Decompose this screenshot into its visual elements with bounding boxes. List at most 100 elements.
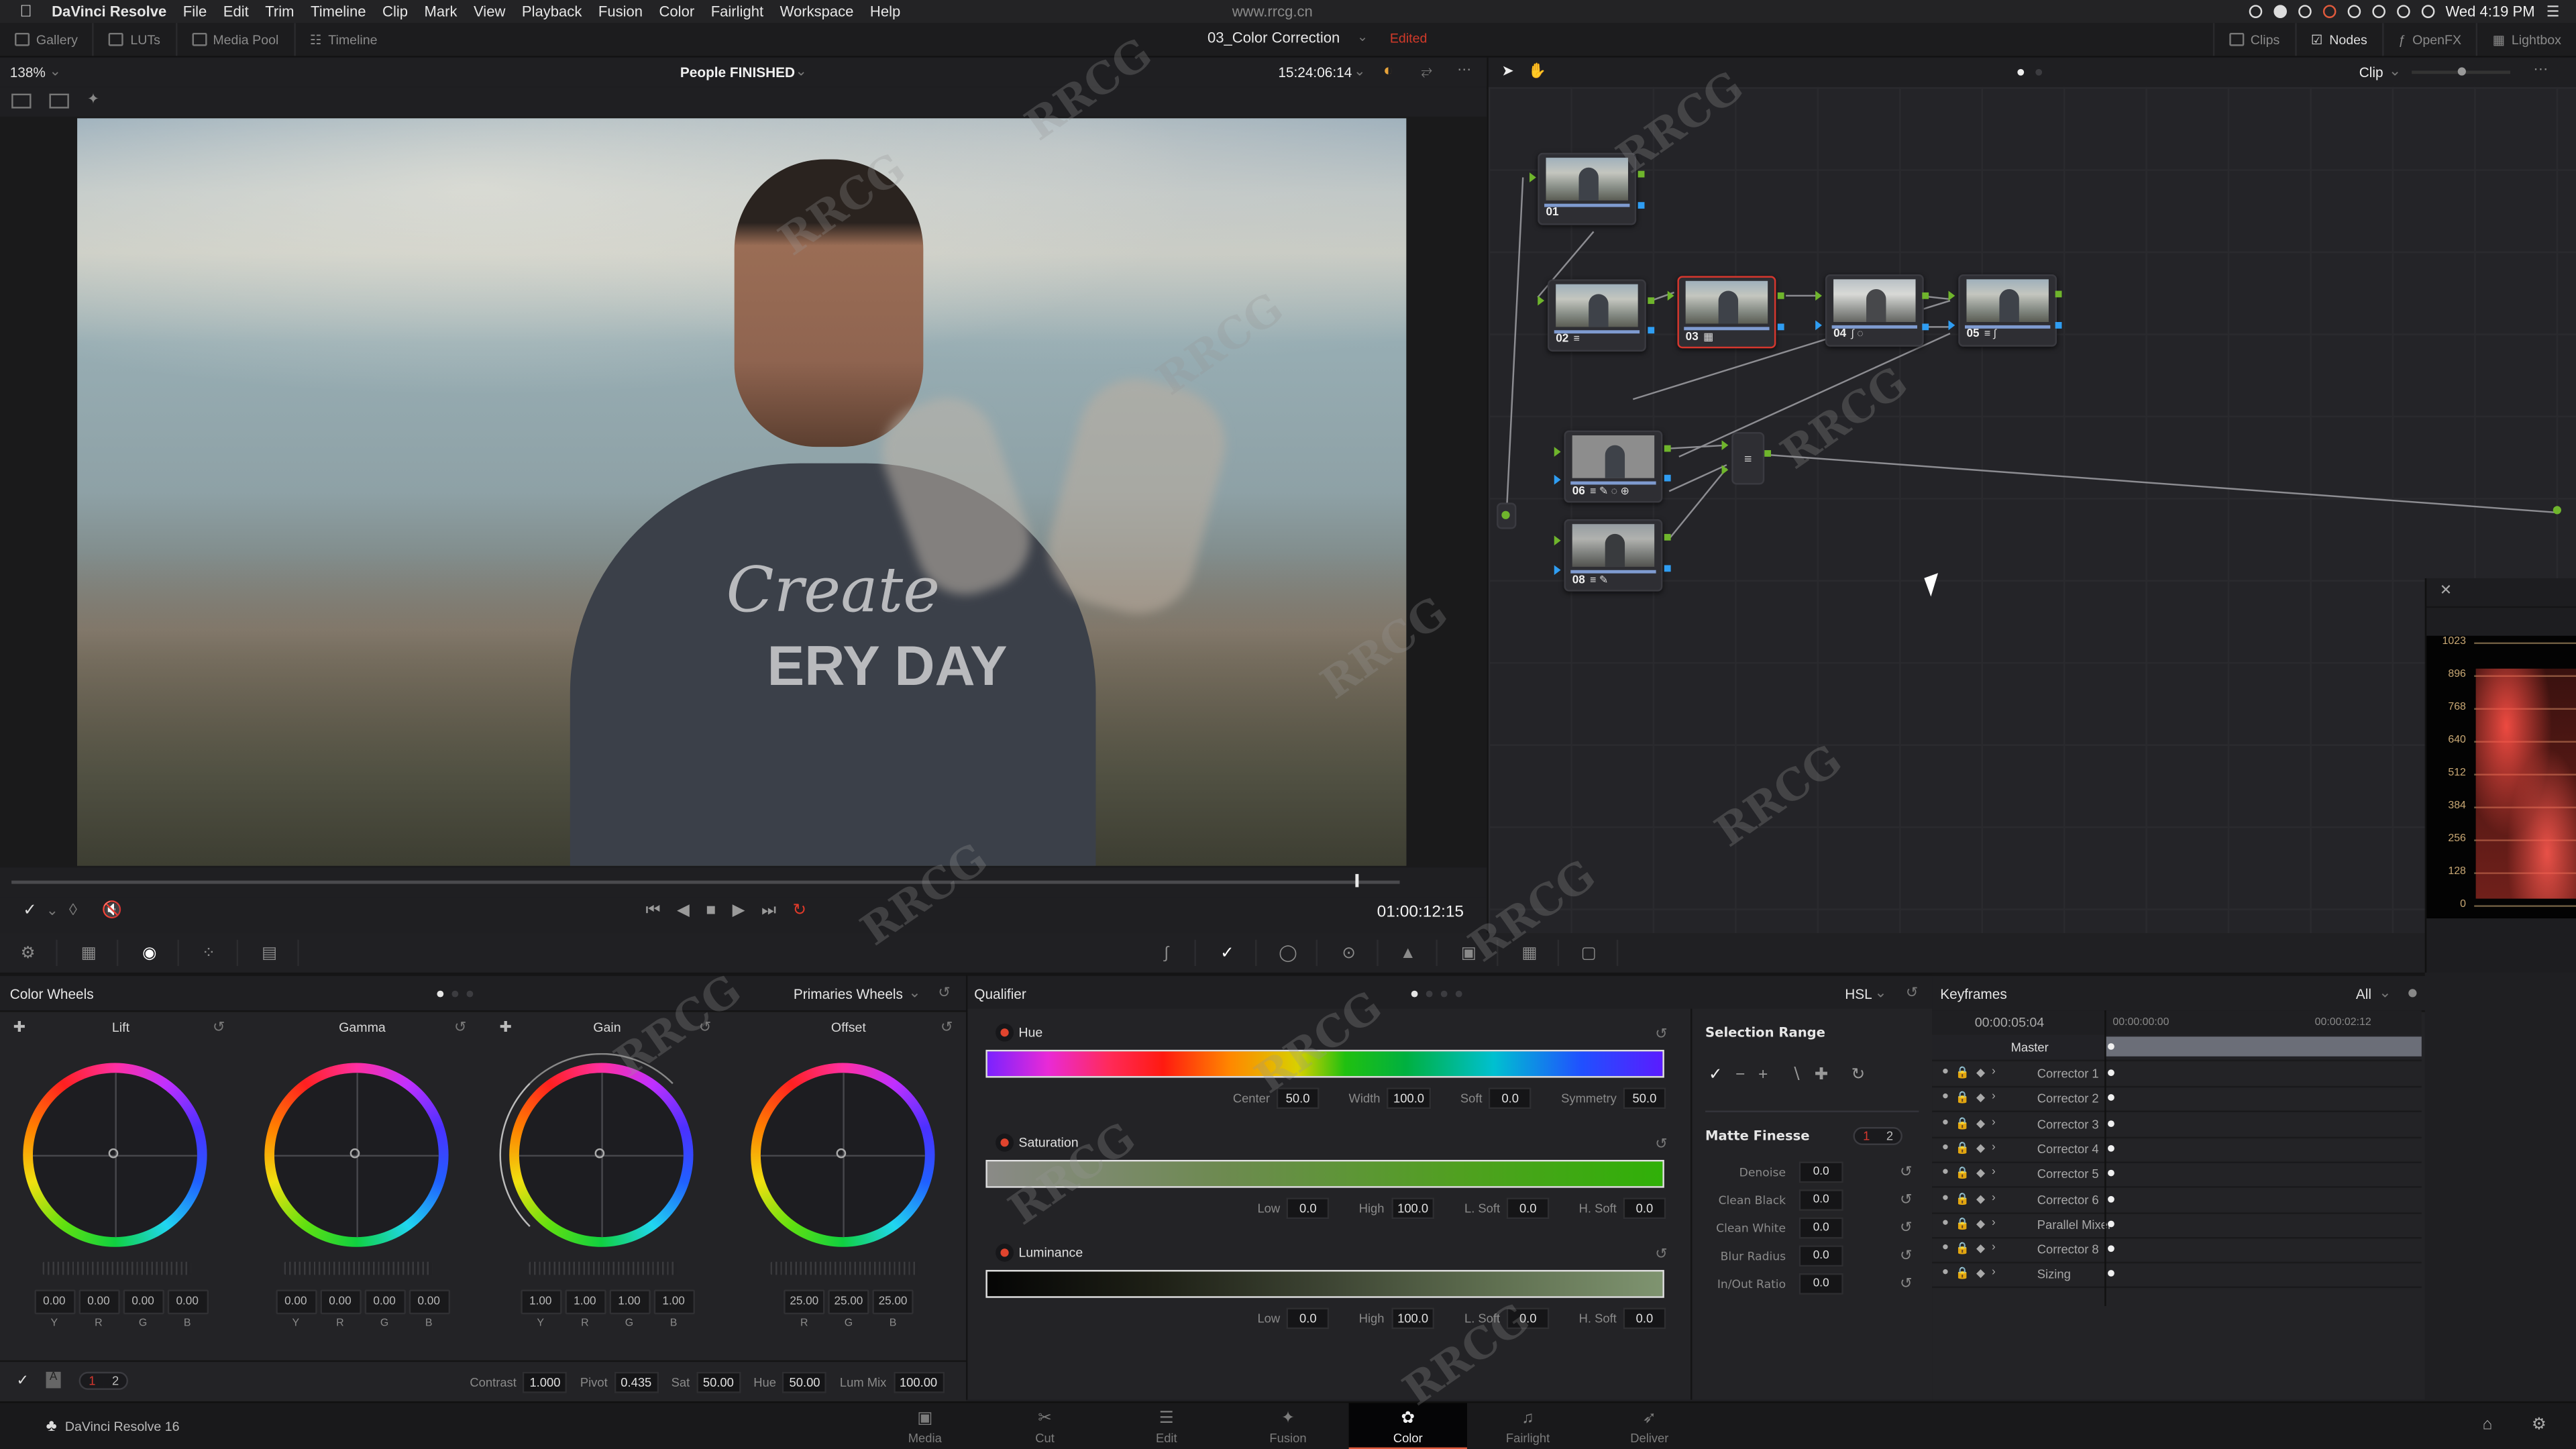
node-08-input-key[interactable] bbox=[1554, 565, 1561, 576]
menu-fairlight[interactable]: Fairlight bbox=[711, 3, 763, 19]
home-icon[interactable]: ⌂ bbox=[2482, 1416, 2492, 1434]
matte-reset-icon[interactable]: ↺ bbox=[1900, 1275, 1912, 1293]
wheels-mode-dropdown-icon[interactable]: ⌄ bbox=[908, 984, 920, 1002]
page-dot-1[interactable] bbox=[2017, 68, 2025, 76]
saturation-range-bar[interactable] bbox=[985, 1159, 1664, 1188]
lock-icon[interactable]: 🔒 bbox=[1955, 1066, 1970, 1079]
expand-chevron-icon[interactable]: › bbox=[1992, 1242, 1996, 1256]
keyframe-diamond-icon[interactable]: ◆ bbox=[1976, 1242, 1985, 1255]
qualifier-mode-select[interactable]: HSL bbox=[1845, 985, 1872, 1002]
hue-reset-icon[interactable]: ↺ bbox=[1655, 1025, 1667, 1043]
node-08-output-key[interactable] bbox=[1664, 565, 1671, 572]
node-04-output-rgb[interactable] bbox=[1922, 292, 1929, 299]
master-wheel-jog[interactable] bbox=[284, 1261, 433, 1275]
page-tab-color[interactable]: ✿ Color bbox=[1348, 1403, 1467, 1449]
page-tab-fusion[interactable]: ✦ Fusion bbox=[1229, 1403, 1347, 1449]
keyframe-diamond-icon[interactable]: ◆ bbox=[1976, 1116, 1985, 1130]
node-more-icon[interactable]: ⋯ bbox=[2533, 61, 2548, 79]
stop-button[interactable]: ■ bbox=[706, 902, 716, 920]
wheel-value-input[interactable]: 0.00 bbox=[408, 1289, 449, 1315]
matte-value-input[interactable]: 0.0 bbox=[1799, 1273, 1843, 1295]
keyframe-track-row[interactable]: ● 🔒 ◆ › Corrector 8 bbox=[1932, 1237, 2422, 1264]
lock-icon[interactable]: 🔒 bbox=[1955, 1142, 1970, 1155]
sizing-icon[interactable]: ▦ bbox=[1515, 939, 1560, 967]
keyframe-dot[interactable] bbox=[2108, 1245, 2114, 1252]
source-input-node[interactable] bbox=[1497, 502, 1517, 529]
parallel-mixer-node[interactable]: ≡ bbox=[1731, 432, 1765, 485]
wheel-value-input[interactable]: 1.00 bbox=[608, 1289, 650, 1315]
split-wipe-icon[interactable] bbox=[11, 93, 32, 109]
keyframe-dot[interactable] bbox=[2108, 1144, 2114, 1152]
wheel-reset-icon[interactable]: ↺ bbox=[454, 1018, 466, 1036]
low-soft-input[interactable]: 0.0 bbox=[1506, 1307, 1550, 1330]
track-enable-dot-icon[interactable]: ● bbox=[1942, 1267, 1949, 1281]
track-enable-dot-icon[interactable]: ● bbox=[1942, 1192, 1949, 1205]
wheel-reset-icon[interactable]: ↺ bbox=[699, 1018, 711, 1036]
matte-page-switch[interactable]: 12 bbox=[1853, 1127, 1903, 1145]
pointer-tool-icon[interactable]: ➤ bbox=[1501, 62, 1513, 80]
auto-button[interactable]: A bbox=[46, 1371, 61, 1389]
video-frame[interactable]: Create ERY DAY bbox=[77, 118, 1407, 866]
settings-gear-icon[interactable]: ⚙ bbox=[2532, 1416, 2546, 1434]
wheel-value-input[interactable]: 1.00 bbox=[653, 1289, 694, 1315]
node-graph[interactable]: 01 02 ≡ 03 ▦ 04 ∫ ◌ 05 ≡ ∫ 06 ≡ ✎ ◌ ⊕ 08… bbox=[1487, 87, 2576, 934]
keyframe-dot[interactable] bbox=[2108, 1094, 2114, 1102]
node-03[interactable]: 03 ▦ bbox=[1677, 276, 1776, 349]
mute-icon[interactable]: 🔇 bbox=[102, 902, 122, 920]
picker-subtract-icon[interactable]: − bbox=[1735, 1066, 1745, 1084]
page-tab-deliver[interactable]: ➶ Deliver bbox=[1591, 1403, 1709, 1449]
keyframe-track-row[interactable]: ● 🔒 ◆ › Corrector 6 bbox=[1932, 1187, 2422, 1214]
matte-value-input[interactable]: 0.0 bbox=[1799, 1245, 1843, 1267]
node-06-output-rgb[interactable] bbox=[1664, 445, 1671, 452]
node-05-output-key[interactable] bbox=[2055, 322, 2062, 329]
menu-timeline[interactable]: Timeline bbox=[311, 3, 366, 19]
reverse-button[interactable]: ◀ bbox=[677, 902, 690, 920]
wheels-page-switch[interactable]: 12 bbox=[78, 1371, 129, 1390]
menu-fusion[interactable]: Fusion bbox=[598, 3, 643, 19]
curves-icon[interactable]: ∫ bbox=[1152, 939, 1196, 967]
picker-add-icon[interactable]: + bbox=[1758, 1066, 1768, 1084]
project-title[interactable]: 03_Color Correction bbox=[1208, 30, 1340, 46]
node-05-output-rgb[interactable] bbox=[2055, 290, 2062, 298]
node-02-input-rgb[interactable] bbox=[1538, 295, 1545, 306]
high-soft-input[interactable]: 0.0 bbox=[1623, 1197, 1666, 1220]
mixer-input-1[interactable] bbox=[1721, 440, 1729, 451]
wheel-value-input[interactable]: 0.00 bbox=[78, 1289, 119, 1315]
page-tab-cut[interactable]: ✂ Cut bbox=[985, 1403, 1104, 1449]
wheel-value-input[interactable]: 0.00 bbox=[122, 1289, 164, 1315]
color-match-icon[interactable]: ▦ bbox=[74, 939, 119, 967]
color-wheels-icon[interactable]: ◉ bbox=[135, 939, 179, 967]
hue-toggle[interactable]: Hue bbox=[1000, 1025, 1042, 1040]
wheel-center-handle[interactable] bbox=[836, 1148, 847, 1159]
expand-chevron-icon[interactable]: › bbox=[1992, 1267, 1996, 1281]
node-01-output-rgb[interactable] bbox=[1638, 170, 1645, 178]
menu-file[interactable]: File bbox=[183, 3, 207, 19]
window-icon[interactable]: ◯ bbox=[1273, 939, 1318, 967]
node-08-output-rgb[interactable] bbox=[1664, 533, 1671, 541]
hand-tool-icon[interactable]: ✋ bbox=[1528, 62, 1546, 80]
lock-icon[interactable]: 🔒 bbox=[1955, 1267, 1970, 1281]
output-node-port[interactable] bbox=[2553, 506, 2561, 515]
keyframe-track-row[interactable]: ● 🔒 ◆ › Corrector 3 bbox=[1932, 1112, 2422, 1138]
lock-icon[interactable]: 🔒 bbox=[1955, 1116, 1970, 1130]
status-icon-6[interactable] bbox=[2371, 5, 2385, 18]
highlight-icon[interactable]: ✦ bbox=[87, 91, 99, 109]
node-06[interactable]: 06 ≡ ✎ ◌ ⊕ bbox=[1564, 430, 1663, 503]
soft-input[interactable]: 0.0 bbox=[1489, 1087, 1532, 1110]
scrubber-playhead[interactable] bbox=[1354, 873, 1358, 888]
node-08[interactable]: 08 ≡ ✎ bbox=[1564, 519, 1663, 592]
lock-icon[interactable]: 🔒 bbox=[1955, 1091, 1970, 1104]
node-05-input-rgb[interactable] bbox=[1948, 290, 1955, 301]
status-icon-3[interactable] bbox=[2298, 5, 2311, 18]
high-input[interactable]: 100.0 bbox=[1391, 1197, 1435, 1220]
camera-raw-icon[interactable]: ⚙ bbox=[13, 939, 58, 967]
go-to-start-button[interactable]: ⏮ bbox=[645, 902, 660, 920]
menu-mark[interactable]: Mark bbox=[425, 3, 458, 19]
keyframe-track-row[interactable]: ● 🔒 ◆ › Corrector 4 bbox=[1932, 1136, 2422, 1163]
wheel-center-handle[interactable] bbox=[108, 1148, 119, 1159]
luminance-toggle[interactable]: Luminance bbox=[1000, 1245, 1083, 1260]
picker-icon[interactable]: ✓ bbox=[23, 902, 37, 920]
feather-add-icon[interactable]: ✚ bbox=[1815, 1066, 1829, 1084]
status-icon-1[interactable] bbox=[2248, 5, 2262, 18]
luts-button[interactable]: LUTs bbox=[94, 23, 177, 56]
